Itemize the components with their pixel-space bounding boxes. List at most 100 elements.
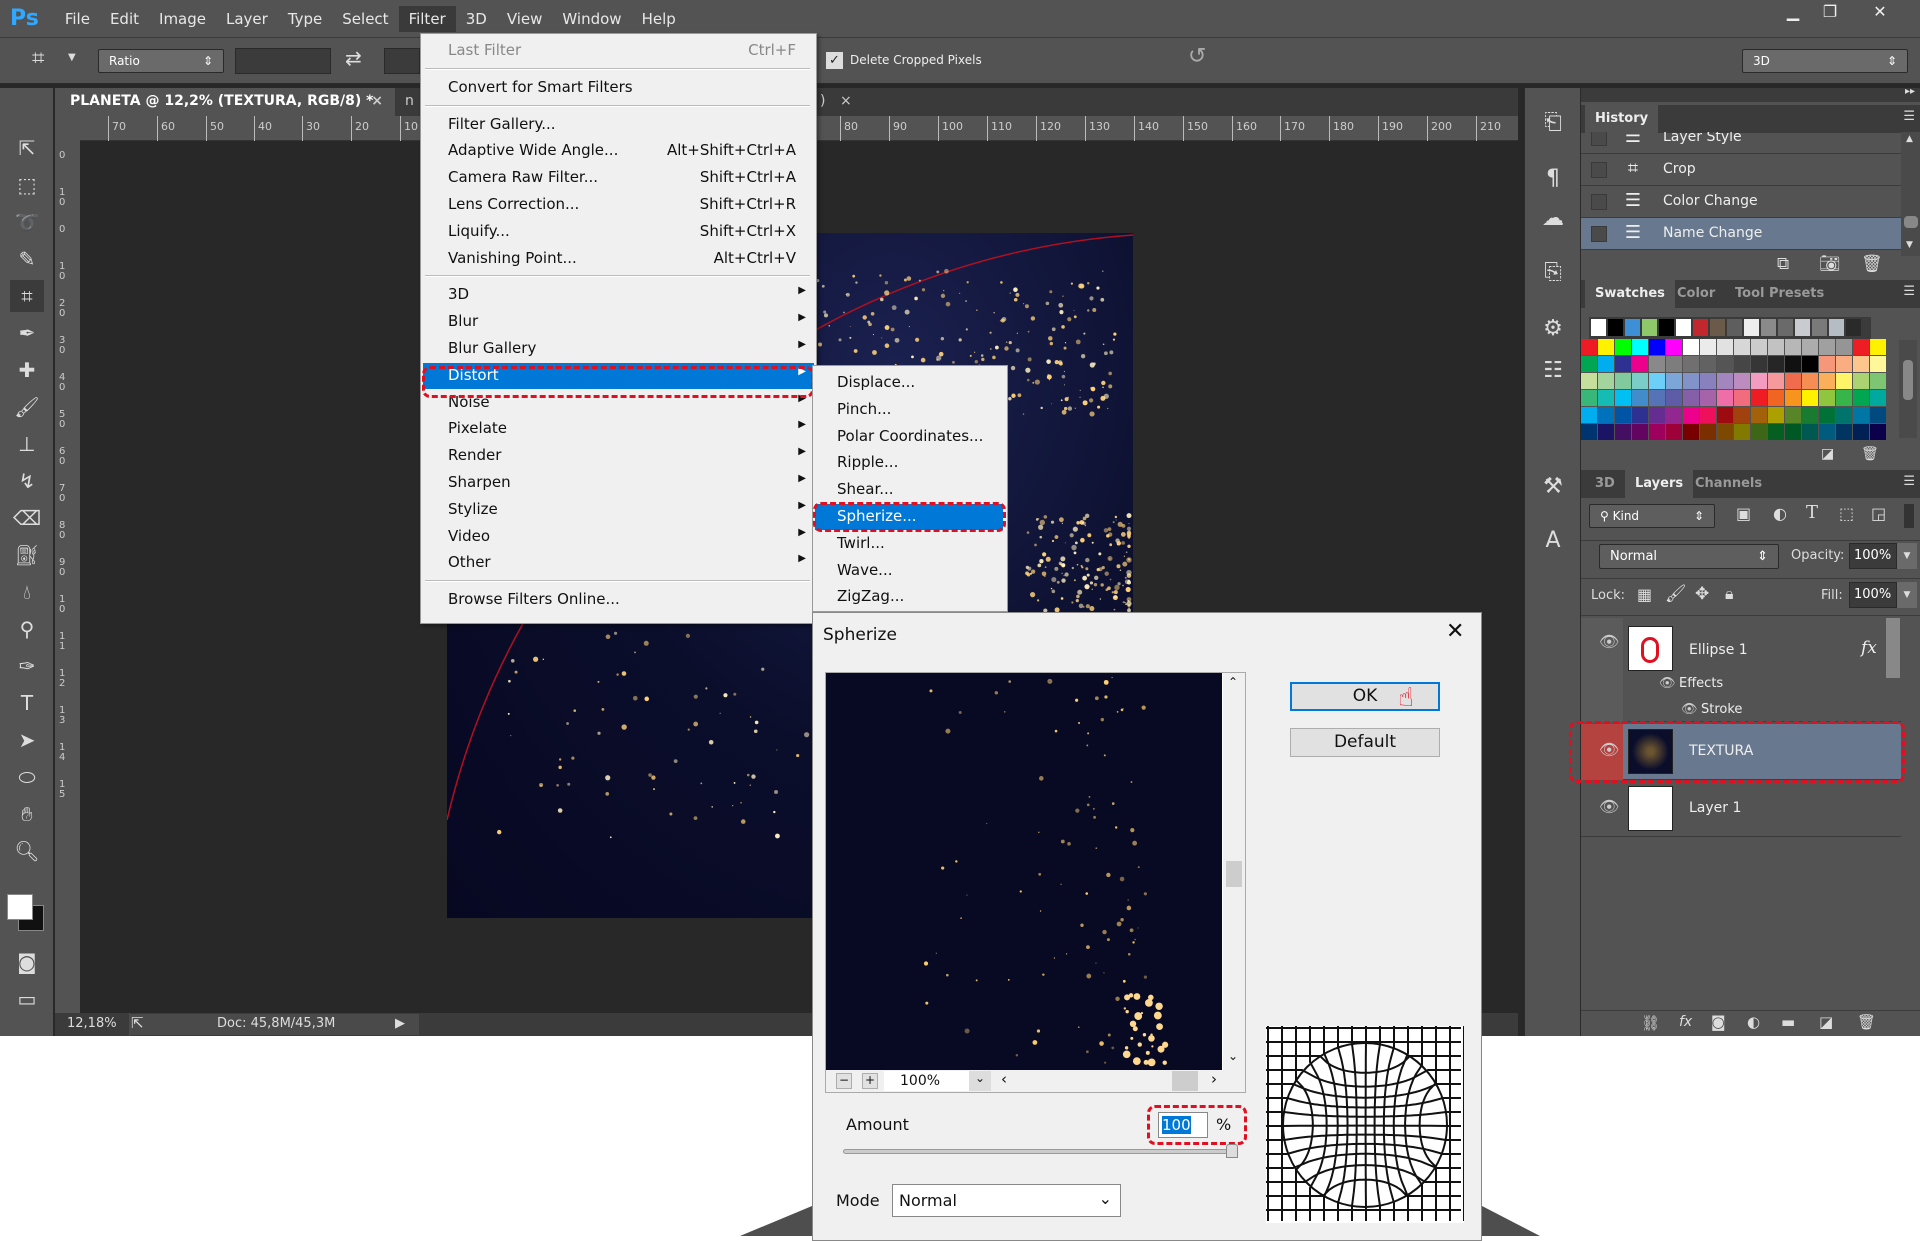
history-item[interactable]: ⌗ Crop bbox=[1581, 154, 1901, 186]
swatch[interactable] bbox=[1666, 390, 1682, 406]
swatch[interactable] bbox=[1785, 407, 1801, 423]
swatch[interactable] bbox=[1802, 356, 1818, 372]
paragraph-icon[interactable]: ¶ bbox=[1539, 166, 1567, 194]
tab-tool-presets[interactable]: Tool Presets bbox=[1725, 280, 1834, 308]
tab-color[interactable]: Color bbox=[1667, 280, 1725, 308]
adjustments-icon[interactable]: ☷ bbox=[1539, 358, 1567, 386]
zoom-tool-icon[interactable]: 🔍︎ bbox=[10, 835, 44, 867]
menu-item-liquify[interactable]: Liquify... Shift+Ctrl+X bbox=[423, 219, 814, 245]
menu-help[interactable]: Help bbox=[632, 6, 686, 32]
submenu-item-polarcoordinates[interactable]: Polar Coordinates... bbox=[815, 424, 1003, 450]
delete-layer-icon[interactable]: 🗑︎ bbox=[1857, 1013, 1876, 1031]
swatch[interactable] bbox=[1683, 373, 1699, 389]
swatch[interactable] bbox=[1598, 373, 1614, 389]
filter-shape-icon[interactable]: ⬚ bbox=[1839, 504, 1854, 523]
zoom-level[interactable]: 12,18% bbox=[67, 1016, 117, 1031]
swatch[interactable] bbox=[1598, 424, 1614, 440]
foreground-color-swatch[interactable] bbox=[7, 894, 33, 920]
swatch[interactable] bbox=[1683, 390, 1699, 406]
swatch[interactable] bbox=[1734, 373, 1750, 389]
swap-icon[interactable]: ⇄ bbox=[345, 46, 362, 70]
submenu-item-pinch[interactable]: Pinch... bbox=[815, 397, 1003, 423]
swatch[interactable] bbox=[1802, 373, 1818, 389]
opacity-dropdown[interactable]: ▼ bbox=[1897, 543, 1917, 569]
swatch[interactable] bbox=[1632, 356, 1648, 372]
add-style-icon[interactable]: fx bbox=[1679, 1014, 1692, 1030]
height-input[interactable] bbox=[384, 48, 420, 74]
status-menu-arrow-icon[interactable]: ▶ bbox=[395, 1016, 405, 1031]
clone-source-icon[interactable]: ⎘ bbox=[1539, 260, 1567, 288]
menu-item-filter-gallery[interactable]: Filter Gallery... bbox=[423, 112, 814, 138]
swatch[interactable] bbox=[1819, 373, 1835, 389]
menu-3d[interactable]: 3D bbox=[456, 6, 497, 32]
filter-preview[interactable] bbox=[826, 673, 1222, 1070]
lock-image-icon[interactable]: 🖌︎ bbox=[1665, 584, 1687, 604]
recent-swatch[interactable] bbox=[1608, 319, 1623, 336]
filter-toggle[interactable] bbox=[1904, 504, 1914, 528]
swatch[interactable] bbox=[1581, 339, 1597, 355]
swatch[interactable] bbox=[1751, 407, 1767, 423]
lock-position-icon[interactable]: ✥ bbox=[1695, 584, 1709, 604]
layer-filter-kind[interactable]: ⚲ Kind ⇕ bbox=[1589, 504, 1715, 528]
swatch[interactable] bbox=[1581, 424, 1597, 440]
default-button[interactable]: Default bbox=[1290, 728, 1440, 757]
swatch[interactable] bbox=[1632, 407, 1648, 423]
menu-item-render[interactable]: Render ▶ bbox=[423, 443, 814, 469]
swatch[interactable] bbox=[1836, 356, 1852, 372]
tool-preset-dropdown[interactable]: ▼ bbox=[68, 52, 76, 63]
filter-pixel-icon[interactable]: ▣ bbox=[1736, 504, 1751, 523]
opacity-input[interactable]: 100% bbox=[1849, 543, 1897, 569]
blend-mode-select[interactable]: Normal ⇕ bbox=[1599, 544, 1779, 569]
crop-tool-icon[interactable]: ⌗ bbox=[32, 46, 44, 71]
swatch[interactable] bbox=[1785, 424, 1801, 440]
new-document-from-state-icon[interactable]: ⧉ bbox=[1777, 254, 1789, 274]
swatch[interactable] bbox=[1853, 373, 1869, 389]
swatch[interactable] bbox=[1666, 339, 1682, 355]
reset-icon[interactable]: ↺ bbox=[1188, 44, 1206, 69]
recent-swatch[interactable] bbox=[1642, 319, 1657, 336]
menu-layer[interactable]: Layer bbox=[216, 6, 278, 32]
delete-cropped-checkbox[interactable]: ✓ bbox=[826, 52, 843, 69]
close-window-icon[interactable]: ✕ bbox=[1862, 2, 1898, 26]
link-layers-icon[interactable]: ⛓︎ bbox=[1641, 1014, 1660, 1032]
fill-dropdown[interactable]: ▼ bbox=[1897, 582, 1917, 608]
swatch[interactable] bbox=[1853, 390, 1869, 406]
menu-item-other[interactable]: Other ▶ bbox=[423, 550, 814, 576]
document-tab-2[interactable]: n bbox=[405, 93, 414, 109]
menu-item-adaptive-wide-angle[interactable]: Adaptive Wide Angle... Alt+Shift+Ctrl+A bbox=[423, 138, 814, 164]
recent-swatch[interactable] bbox=[1591, 319, 1606, 336]
recent-swatch[interactable] bbox=[1812, 319, 1827, 336]
swatch[interactable] bbox=[1751, 339, 1767, 355]
submenu-item-displace[interactable]: Displace... bbox=[815, 370, 1003, 396]
swatch[interactable] bbox=[1836, 407, 1852, 423]
restore-icon[interactable]: ❐ bbox=[1812, 2, 1848, 26]
tool-presets-icon[interactable]: ⚒︎ bbox=[1539, 474, 1567, 502]
document-tab[interactable]: PLANETA @ 12,2% (TEXTURA, RGB/8) * × bbox=[55, 88, 395, 116]
close-tab-2-icon[interactable]: × bbox=[840, 93, 852, 109]
ratio-select[interactable]: Ratio ⇕ bbox=[98, 49, 224, 73]
swatch[interactable] bbox=[1649, 373, 1665, 389]
menu-item-3d[interactable]: 3D ▶ bbox=[423, 282, 814, 308]
submenu-item-ripple[interactable]: Ripple... bbox=[815, 450, 1003, 476]
swatch[interactable] bbox=[1870, 356, 1886, 372]
history-item[interactable]: ☰ Name Change bbox=[1581, 218, 1901, 250]
recent-swatch[interactable] bbox=[1829, 319, 1844, 336]
swatch[interactable] bbox=[1734, 424, 1750, 440]
pen-tool-icon[interactable]: ✑ bbox=[10, 650, 44, 682]
lock-transparent-icon[interactable]: ▦ bbox=[1637, 585, 1652, 604]
bucket-tool-icon[interactable]: ⛽︎ bbox=[10, 539, 44, 571]
swatch[interactable] bbox=[1615, 390, 1631, 406]
history-brush-tool-icon[interactable]: ↯ bbox=[10, 465, 44, 497]
close-dialog-icon[interactable]: ✕ bbox=[1446, 619, 1464, 644]
character-icon[interactable]: A bbox=[1539, 528, 1567, 556]
swatch[interactable] bbox=[1581, 356, 1597, 372]
panel-menu-icon[interactable]: ☰ bbox=[1903, 109, 1915, 124]
swatch[interactable] bbox=[1615, 373, 1631, 389]
filter-smart-object-icon[interactable]: ◲ bbox=[1871, 504, 1886, 523]
width-input[interactable] bbox=[235, 48, 331, 74]
swatch[interactable] bbox=[1734, 390, 1750, 406]
recent-swatch[interactable] bbox=[1795, 319, 1810, 336]
swatch[interactable] bbox=[1666, 407, 1682, 423]
recent-swatch[interactable] bbox=[1625, 319, 1640, 336]
swatch[interactable] bbox=[1598, 356, 1614, 372]
